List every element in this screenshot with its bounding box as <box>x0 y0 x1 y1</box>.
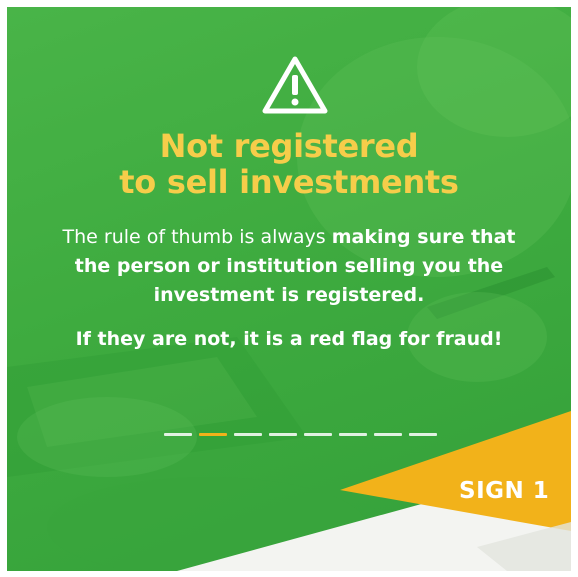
slide-card: Not registered to sell investments The r… <box>7 7 571 571</box>
sign-label: SIGN 1 <box>459 478 550 504</box>
